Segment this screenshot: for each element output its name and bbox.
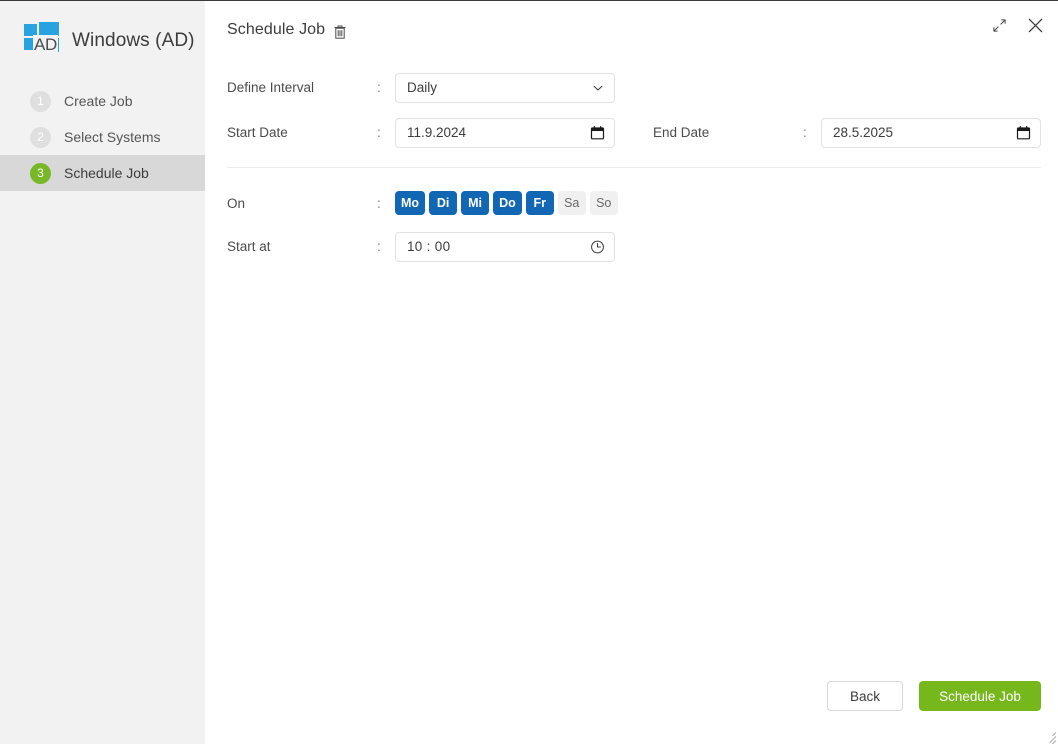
define-interval-value: Daily xyxy=(407,80,438,95)
sidebar-item-select-systems[interactable]: 2 Select Systems xyxy=(0,119,205,155)
weekday-chip-mo[interactable]: Mo xyxy=(395,191,426,215)
start-at-label: Start at xyxy=(227,239,271,254)
close-icon[interactable] xyxy=(1025,15,1045,35)
define-interval-select[interactable]: Daily xyxy=(395,72,615,103)
define-interval-row: Define Interval : Daily xyxy=(227,65,1041,110)
start-date-input[interactable]: 11.9.2024 xyxy=(395,117,615,148)
on-separator: : xyxy=(377,195,381,211)
define-interval-separator: : xyxy=(377,80,381,95)
start-date-group: Start Date : 11.9.2024 xyxy=(227,117,615,148)
panel-header: Schedule Job xyxy=(205,1,1058,59)
sidebar-item-schedule-job[interactable]: 3 Schedule Job xyxy=(0,155,205,191)
main-panel: Schedule Job Define Interval: Daily Sta… xyxy=(205,1,1058,744)
clock-icon[interactable] xyxy=(590,239,605,254)
windows-ad-logo-icon: AD xyxy=(22,22,62,60)
end-date-group: End Date : 28.5.2025 xyxy=(653,117,1041,148)
start-at-separator: : xyxy=(377,239,381,254)
start-at-row: Start at : 10 : 00 xyxy=(227,224,1041,269)
weekday-chip-di[interactable]: Di xyxy=(429,191,458,215)
schedule-job-button[interactable]: Schedule Job xyxy=(919,681,1041,711)
trash-icon[interactable] xyxy=(333,24,347,40)
brand-title: Windows (AD) xyxy=(72,30,195,51)
step-navigation: 1 Create Job 2 Select Systems 3 Schedule… xyxy=(0,83,205,191)
sidebar: AD Windows (AD) 1 Create Job 2 Select Sy… xyxy=(0,1,205,744)
calendar-icon[interactable] xyxy=(1016,125,1031,140)
windows-logo-tile-2 xyxy=(39,22,59,36)
define-interval-label: Define Interval xyxy=(227,80,315,95)
window-controls xyxy=(989,15,1045,35)
expand-icon[interactable] xyxy=(989,15,1009,35)
resize-grip[interactable] xyxy=(1042,728,1057,744)
start-date-value: 11.9.2024 xyxy=(407,125,467,140)
weekday-chip-do[interactable]: Do xyxy=(493,191,522,215)
end-date-label: End Date xyxy=(653,125,710,140)
recurrence-section: On : Mo Di Mi Do Fr Sa So Start at: 10 … xyxy=(227,168,1041,269)
start-at-input[interactable]: 10 : 00 xyxy=(395,231,615,262)
date-range-row: Start Date : 11.9.2024 End Date: 28.5.2… xyxy=(227,110,1041,155)
end-date-value: 28.5.2025 xyxy=(833,125,894,140)
step-number-badge: 1 xyxy=(30,90,51,112)
weekday-chip-group: Mo Di Mi Do Fr Sa So xyxy=(395,191,618,215)
schedule-job-window: AD Windows (AD) 1 Create Job 2 Select Sy… xyxy=(0,0,1058,744)
step-number-badge: 2 xyxy=(30,126,51,148)
on-label: On xyxy=(227,195,246,211)
logo-ad-label: AD xyxy=(33,35,59,54)
sidebar-item-label: Create Job xyxy=(64,93,133,109)
start-date-separator: : xyxy=(377,125,381,140)
chevron-down-icon xyxy=(591,81,605,95)
panel-footer: Back Schedule Job xyxy=(205,670,1058,744)
brand-header: AD Windows (AD) xyxy=(0,1,205,63)
back-button[interactable]: Back xyxy=(827,681,903,711)
weekday-chip-sa[interactable]: Sa xyxy=(557,191,586,215)
step-number-badge: 3 xyxy=(30,162,51,184)
weekday-row: On : Mo Di Mi Do Fr Sa So xyxy=(227,182,1041,224)
end-date-input[interactable]: 28.5.2025 xyxy=(821,117,1041,148)
calendar-icon[interactable] xyxy=(590,125,605,140)
weekday-chip-fr[interactable]: Fr xyxy=(525,191,554,215)
end-date-separator: : xyxy=(803,125,807,140)
weekday-chip-so[interactable]: So xyxy=(589,191,618,215)
define-interval-group: Define Interval : Daily xyxy=(227,72,615,103)
start-at-value: 10 : 00 xyxy=(407,239,451,254)
start-at-group: Start at : 10 : 00 xyxy=(227,231,615,262)
page-title: Schedule Job xyxy=(227,21,326,38)
start-date-label: Start Date xyxy=(227,125,288,140)
weekday-chip-mi[interactable]: Mi xyxy=(461,191,490,215)
sidebar-item-label: Select Systems xyxy=(64,129,161,145)
sidebar-item-label: Schedule Job xyxy=(64,165,149,181)
panel-body: Define Interval : Daily Start Date: 11.… xyxy=(205,59,1058,670)
sidebar-item-create-job[interactable]: 1 Create Job xyxy=(0,83,205,119)
interval-section: Define Interval : Daily Start Date: 11.… xyxy=(227,59,1041,155)
